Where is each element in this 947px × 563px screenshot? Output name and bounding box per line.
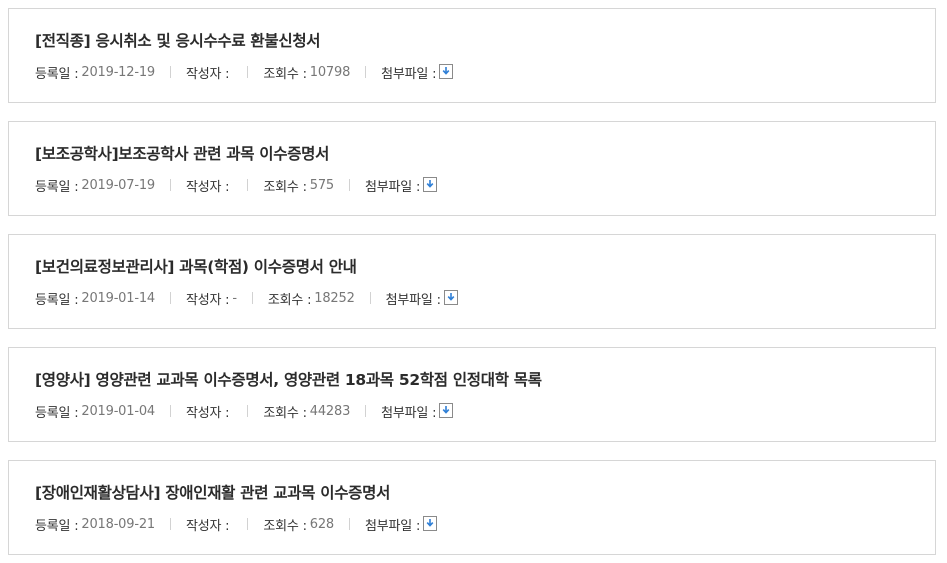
- divider: [247, 518, 249, 530]
- post-meta: 등록일 : 2019-01-04 작성자 : 조회수 : 44283 첨부파일 …: [35, 402, 454, 421]
- date-value: 2019-01-14: [81, 290, 155, 306]
- download-icon[interactable]: [439, 402, 454, 418]
- divider: [169, 292, 171, 304]
- divider: [365, 405, 367, 417]
- views-value: 44283: [309, 403, 351, 419]
- post-meta: 등록일 : 2019-12-19 작성자 : 조회수 : 10798 첨부파일 …: [35, 63, 454, 82]
- views-value: 628: [309, 516, 334, 532]
- divider: [349, 179, 350, 191]
- author-label: 작성자 :: [185, 292, 230, 308]
- views-value: 10798: [309, 64, 351, 80]
- post-title[interactable]: [장애인재활상담사] 장애인재활 관련 교과목 이수증명서: [35, 481, 390, 503]
- author-label: 작성자 :: [185, 179, 230, 195]
- divider: [365, 66, 367, 78]
- views-value: 575: [309, 177, 334, 193]
- date-label: 등록일 :: [35, 66, 79, 82]
- date-label: 등록일 :: [35, 405, 79, 421]
- download-icon[interactable]: [439, 63, 454, 79]
- author-label: 작성자 :: [185, 66, 230, 82]
- date-value: 2019-01-04: [81, 403, 155, 419]
- views-label: 조회수 :: [267, 292, 312, 308]
- download-icon[interactable]: [423, 515, 438, 531]
- post-title[interactable]: [전직종] 응시취소 및 응시수수료 환불신청서: [35, 29, 321, 51]
- list-item: [장애인재활상담사] 장애인재활 관련 교과목 이수증명서 등록일 : 2018…: [8, 460, 936, 555]
- attachment-label: 첨부파일 :: [385, 292, 441, 308]
- date-label: 등록일 :: [35, 179, 79, 195]
- author-value: -: [232, 290, 237, 306]
- post-title[interactable]: [영양사] 영양관련 교과목 이수증명서, 영양관련 18과목 52학점 인정대…: [35, 368, 542, 390]
- views-label: 조회수 :: [263, 66, 307, 82]
- attachment-label: 첨부파일 :: [365, 518, 421, 534]
- views-value: 18252: [314, 290, 355, 306]
- download-icon[interactable]: [443, 289, 458, 305]
- post-meta: 등록일 : 2018-09-21 작성자 : 조회수 : 628 첨부파일 :: [35, 515, 438, 534]
- attachment-label: 첨부파일 :: [381, 66, 437, 82]
- divider: [169, 66, 171, 78]
- list-item: [영양사] 영양관련 교과목 이수증명서, 영양관련 18과목 52학점 인정대…: [8, 347, 936, 442]
- views-label: 조회수 :: [263, 405, 307, 421]
- divider: [369, 292, 371, 304]
- list-item: [보건의료정보관리사] 과목(학점) 이수증명서 안내 등록일 : 2019-0…: [8, 234, 936, 329]
- post-list: [전직종] 응시취소 및 응시수수료 환불신청서 등록일 : 2019-12-1…: [0, 0, 947, 563]
- author-label: 작성자 :: [185, 405, 230, 421]
- date-value: 2019-12-19: [81, 64, 155, 80]
- post-title[interactable]: [보건의료정보관리사] 과목(학점) 이수증명서 안내: [35, 255, 357, 277]
- post-title[interactable]: [보조공학사]보조공학사 관련 과목 이수증명서: [35, 142, 329, 164]
- views-label: 조회수 :: [263, 179, 307, 195]
- divider: [169, 179, 171, 191]
- divider: [169, 518, 171, 530]
- date-label: 등록일 :: [35, 292, 79, 308]
- attachment-label: 첨부파일 :: [365, 179, 421, 195]
- list-item: [전직종] 응시취소 및 응시수수료 환불신청서 등록일 : 2019-12-1…: [8, 8, 936, 103]
- date-label: 등록일 :: [35, 518, 79, 534]
- divider: [349, 518, 350, 530]
- list-item: [보조공학사]보조공학사 관련 과목 이수증명서 등록일 : 2019-07-1…: [8, 121, 936, 216]
- date-value: 2019-07-19: [81, 177, 155, 193]
- divider: [251, 292, 253, 304]
- divider: [247, 66, 249, 78]
- divider: [169, 405, 171, 417]
- post-meta: 등록일 : 2019-07-19 작성자 : 조회수 : 575 첨부파일 :: [35, 176, 438, 195]
- author-label: 작성자 :: [185, 518, 230, 534]
- date-value: 2018-09-21: [81, 516, 155, 532]
- divider: [247, 179, 249, 191]
- download-icon[interactable]: [423, 176, 438, 192]
- post-meta: 등록일 : 2019-01-14 작성자 : - 조회수 : 18252 첨부파…: [35, 289, 458, 308]
- views-label: 조회수 :: [263, 518, 307, 534]
- divider: [247, 405, 249, 417]
- attachment-label: 첨부파일 :: [381, 405, 437, 421]
